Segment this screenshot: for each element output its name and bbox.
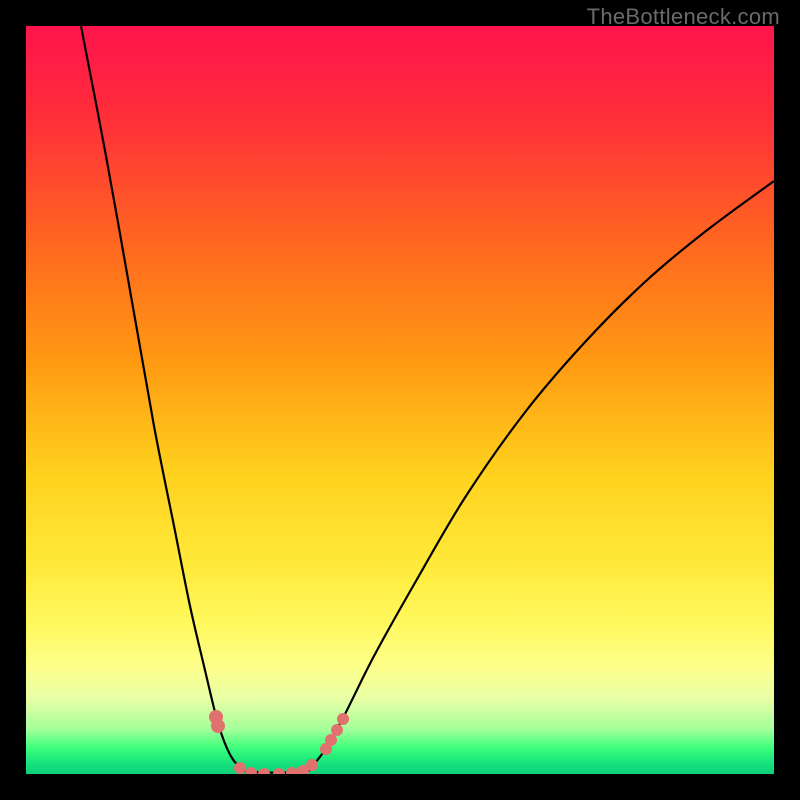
data-marker <box>331 724 343 736</box>
data-marker <box>325 734 337 746</box>
data-markers <box>209 710 349 774</box>
data-marker <box>337 713 349 725</box>
curve-line <box>81 26 774 773</box>
bottleneck-curve <box>81 26 774 773</box>
data-marker <box>258 768 270 774</box>
chart-frame <box>26 26 774 774</box>
data-marker <box>306 759 318 771</box>
chart-plot <box>26 26 774 774</box>
data-marker <box>245 767 257 774</box>
data-marker <box>273 768 285 774</box>
data-marker <box>286 767 298 774</box>
data-marker <box>211 719 225 733</box>
data-marker <box>234 762 246 774</box>
